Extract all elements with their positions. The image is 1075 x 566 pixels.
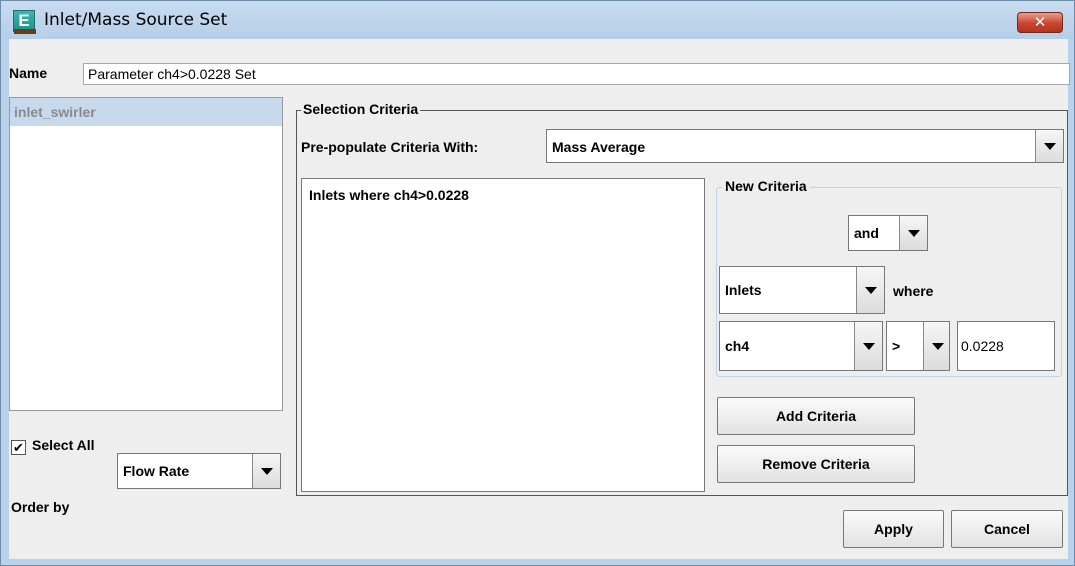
remove-criteria-button[interactable]: Remove Criteria: [717, 445, 915, 483]
list-item[interactable]: inlet_swirler: [10, 98, 282, 126]
variable-dropdown[interactable]: ch4: [719, 321, 883, 371]
chevron-down-icon[interactable]: [856, 267, 884, 313]
operator-value: >: [892, 338, 901, 354]
target-dropdown[interactable]: Inlets: [719, 266, 885, 314]
close-icon: ✕: [1033, 13, 1047, 31]
close-button[interactable]: ✕: [1017, 12, 1063, 33]
chevron-down-icon[interactable]: [252, 454, 280, 488]
variable-value: ch4: [725, 338, 750, 354]
dialog-window: E Inlet/Mass Source Set ✕ Name Parameter…: [0, 0, 1075, 566]
title-bar[interactable]: E Inlet/Mass Source Set ✕: [1, 1, 1074, 39]
list-item[interactable]: Inlets where ch4>0.0228: [302, 179, 704, 203]
order-by-label: Order by: [11, 499, 70, 515]
cancel-button[interactable]: Cancel: [951, 510, 1063, 548]
chevron-down-icon[interactable]: [899, 216, 927, 250]
prepopulate-dropdown[interactable]: Mass Average: [546, 129, 1064, 163]
select-all-label: Select All: [32, 437, 95, 453]
prepopulate-label: Pre-populate Criteria With:: [301, 139, 479, 155]
criteria-list[interactable]: Inlets where ch4>0.0228: [301, 178, 705, 492]
source-list[interactable]: inlet_swirler: [9, 97, 283, 411]
order-by-value: Flow Rate: [123, 463, 190, 479]
name-input[interactable]: Parameter ch4>0.0228 Set: [83, 63, 1070, 85]
chevron-down-icon[interactable]: [923, 322, 949, 370]
operator-dropdown[interactable]: >: [886, 321, 950, 371]
chevron-down-icon[interactable]: [1035, 130, 1063, 162]
conjunction-dropdown[interactable]: and: [848, 215, 928, 251]
conjunction-value: and: [854, 225, 879, 241]
prepopulate-value: Mass Average: [552, 139, 646, 155]
apply-button[interactable]: Apply: [843, 510, 944, 548]
name-label: Name: [9, 65, 48, 81]
app-icon: E: [13, 10, 36, 34]
dialog-content: Name Parameter ch4>0.0228 Set inlet_swir…: [9, 39, 1070, 559]
new-criteria-legend: New Criteria: [722, 178, 810, 194]
select-all-checkbox[interactable]: ✔ Select All: [11, 437, 95, 455]
window-title: Inlet/Mass Source Set: [44, 10, 228, 30]
app-icon-letter: E: [18, 11, 30, 30]
order-by-dropdown[interactable]: Flow Rate: [117, 453, 281, 489]
selection-criteria-legend: Selection Criteria: [301, 101, 421, 117]
target-value: Inlets: [725, 282, 762, 298]
where-label: where: [893, 283, 934, 299]
criteria-value-input[interactable]: 0.0228: [957, 321, 1055, 371]
chevron-down-icon[interactable]: [854, 322, 882, 370]
checkbox-icon[interactable]: ✔: [11, 440, 26, 455]
add-criteria-button[interactable]: Add Criteria: [717, 397, 915, 435]
